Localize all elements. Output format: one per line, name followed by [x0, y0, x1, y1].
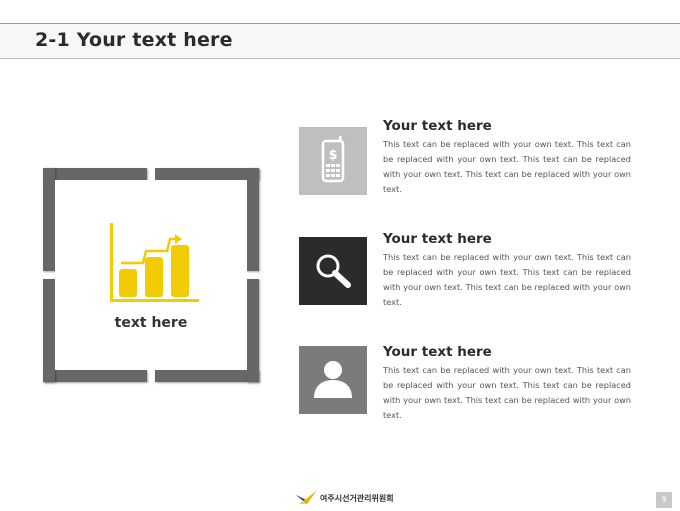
frame-bar-right-bottom	[247, 279, 259, 382]
frame-bar-top-right	[155, 168, 259, 180]
person-icon	[299, 346, 367, 414]
slide-title: 2-1 Your text here	[35, 29, 233, 51]
organization-logo-icon	[295, 489, 317, 507]
frame-bar-right-top	[247, 168, 259, 271]
item-title: Your text here	[383, 118, 492, 134]
item-title: Your text here	[383, 231, 492, 247]
bar-chart-icon	[107, 221, 201, 305]
header-rule	[0, 58, 680, 59]
frame-bar-left-top	[43, 168, 55, 271]
item-title: Your text here	[383, 344, 492, 360]
frame-bar-top-left	[43, 168, 147, 180]
organization-name: 여주시선거관리위원회	[320, 494, 394, 503]
search-icon	[299, 237, 367, 305]
svg-text:$: $	[328, 148, 337, 163]
feature-caption: text here	[114, 315, 188, 331]
item-body: This text can be replaced with your own …	[383, 252, 631, 307]
frame-bar-bottom-left	[43, 370, 147, 382]
item-body: This text can be replaced with your own …	[383, 139, 631, 194]
page-number: 9	[656, 492, 672, 508]
frame-bar-left-bottom	[43, 279, 55, 382]
mobile-phone-dollar-icon: $	[299, 127, 367, 195]
frame-bar-bottom-right	[155, 370, 259, 382]
item-body: This text can be replaced with your own …	[383, 365, 631, 420]
